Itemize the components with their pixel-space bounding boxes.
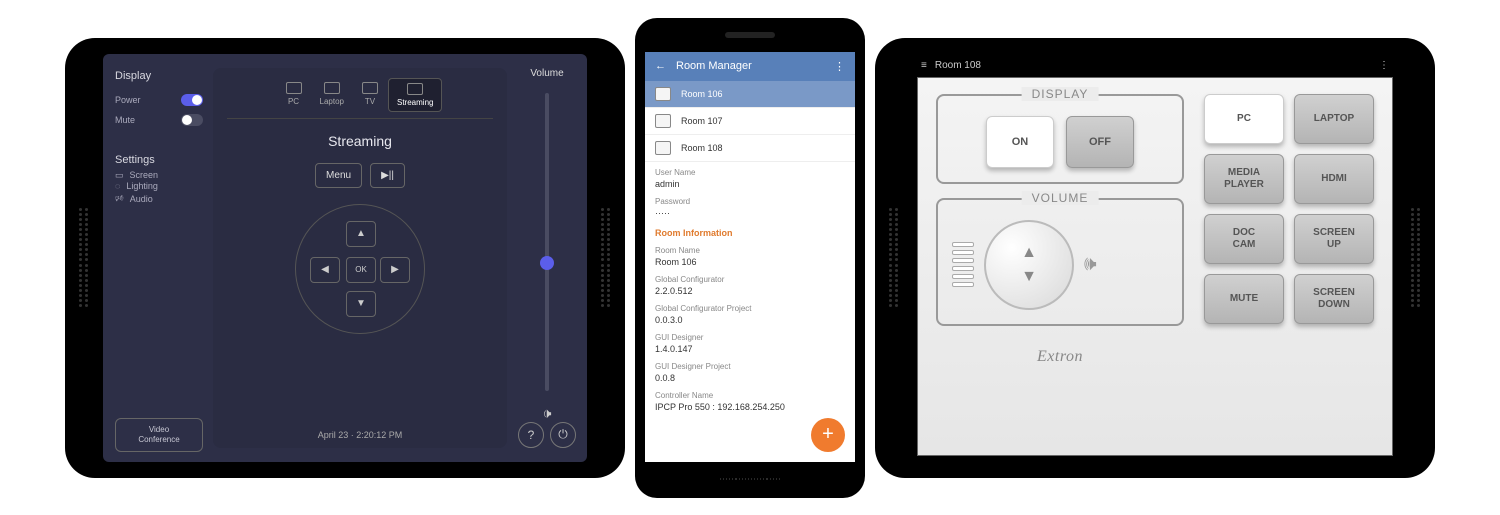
laptop-icon (324, 82, 340, 94)
display-off-button[interactable]: OFF (1066, 116, 1134, 168)
phone-device: ← Room Manager ⋮ Room 106 Room 107 Room … (635, 18, 865, 498)
screen-icon: ▭ (115, 170, 124, 181)
username-value[interactable]: admin (655, 179, 845, 189)
back-icon[interactable]: ← (655, 60, 666, 72)
timestamp: April 23 · 2:20:12 PM (318, 430, 403, 440)
mute-button[interactable]: MUTE (1204, 274, 1284, 324)
settings-lighting[interactable]: ◌Lighting (115, 181, 203, 191)
settings-audio[interactable]: 🕫Audio (115, 191, 203, 207)
dpad-up[interactable]: ▲ (346, 221, 376, 247)
screen-up-button[interactable]: SCREEN UP (1294, 214, 1374, 264)
video-conference-button[interactable]: Video Conference (115, 418, 203, 451)
power-label: Power (115, 95, 141, 105)
mute-toggle[interactable] (181, 114, 203, 126)
dpad-left[interactable]: ◀ (310, 257, 340, 283)
display-heading: Display (115, 70, 203, 82)
dpad-ok[interactable]: OK (346, 257, 376, 283)
room-item-108[interactable]: Room 108 (645, 135, 855, 162)
room-icon (655, 87, 671, 101)
dpad-down[interactable]: ▼ (346, 291, 376, 317)
bulb-icon: ◌ (115, 181, 120, 191)
pc-icon (286, 82, 302, 94)
tv-icon (362, 82, 378, 94)
dpad-right[interactable]: ▶ (380, 257, 410, 283)
brand-label: Extron (936, 348, 1184, 366)
menu-icon[interactable]: ≡ (921, 60, 927, 71)
vol-down-icon[interactable]: ▼ (1021, 268, 1037, 286)
settings-heading: Settings (115, 154, 203, 166)
tab-pc[interactable]: PC (278, 78, 310, 112)
speaker-icon: 🕪 (1084, 253, 1097, 276)
button-panel-ui: ≡ Room 108 ⋮ DISPLAY ON OFF VOLUME ▲▼ (913, 54, 1397, 462)
screen-down-button[interactable]: SCREEN DOWN (1294, 274, 1374, 324)
right-tablet-device: ≡ Room 108 ⋮ DISPLAY ON OFF VOLUME ▲▼ (875, 38, 1435, 478)
source-grid: PC LAPTOP MEDIA PLAYER HDMI DOC CAM SCRE… (1204, 94, 1374, 324)
source-hdmi[interactable]: HDMI (1294, 154, 1374, 204)
room-icon (655, 141, 671, 155)
tab-tv[interactable]: TV (354, 78, 386, 112)
room-item-107[interactable]: Room 107 (645, 108, 855, 135)
room-item-106[interactable]: Room 106 (645, 81, 855, 108)
volume-meter (952, 242, 974, 287)
main-panel: PC Laptop TV Streaming Streaming Menu ▶|… (213, 68, 507, 448)
source-laptop[interactable]: LAPTOP (1294, 94, 1374, 144)
source-doc-cam[interactable]: DOC CAM (1204, 214, 1284, 264)
source-title: Streaming (328, 133, 392, 149)
streaming-icon (407, 83, 423, 95)
help-button[interactable]: ? (518, 422, 544, 448)
room-info-section: Room Information (645, 220, 855, 240)
app-bar: ← Room Manager ⋮ (645, 52, 855, 81)
display-group: DISPLAY ON OFF (936, 94, 1184, 184)
username-label: User Name (655, 168, 845, 177)
vol-up-icon[interactable]: ▲ (1021, 244, 1037, 262)
play-pause-button[interactable]: ▶|| (370, 163, 405, 188)
settings-screen[interactable]: ▭Screen (115, 170, 203, 181)
mute-label: Mute (115, 115, 135, 125)
room-icon (655, 114, 671, 128)
power-toggle[interactable] (181, 94, 203, 106)
app-title: Room Manager (676, 60, 752, 72)
source-pc[interactable]: PC (1204, 94, 1284, 144)
volume-label: Volume (530, 68, 563, 79)
speaker-icon: 🕩 (543, 405, 552, 422)
add-button[interactable]: + (811, 418, 845, 452)
left-tablet-device: Display Power Mute Settings ▭Screen ◌Lig… (65, 38, 625, 478)
menu-button[interactable]: Menu (315, 163, 362, 188)
speaker-icon: 🕫 (115, 191, 124, 207)
display-on-button[interactable]: ON (986, 116, 1054, 168)
room-title: Room 108 (935, 60, 981, 71)
room-control-ui: Display Power Mute Settings ▭Screen ◌Lig… (103, 54, 587, 462)
source-media-player[interactable]: MEDIA PLAYER (1204, 154, 1284, 204)
tab-laptop[interactable]: Laptop (312, 78, 352, 112)
power-button[interactable]: ⏻ (550, 422, 576, 448)
overflow-icon[interactable]: ⋮ (834, 60, 845, 73)
volume-slider[interactable] (545, 93, 549, 391)
volume-group: VOLUME ▲▼ 🕪 (936, 198, 1184, 326)
volume-column: Volume 🕩 ? ⏻ (507, 54, 587, 462)
password-value[interactable]: ····· (655, 208, 845, 218)
dpad: ▲ ◀ OK ▶ ▼ (295, 204, 425, 334)
volume-dial[interactable]: ▲▼ (984, 220, 1074, 310)
sidebar: Display Power Mute Settings ▭Screen ◌Lig… (103, 54, 213, 462)
control-panel: DISPLAY ON OFF VOLUME ▲▼ 🕪 Extron (917, 77, 1393, 456)
tab-streaming[interactable]: Streaming (388, 78, 442, 112)
password-label: Password (655, 197, 845, 206)
overflow-icon[interactable]: ⋮ (1379, 60, 1389, 71)
room-manager-app: ← Room Manager ⋮ Room 106 Room 107 Room … (645, 52, 855, 462)
